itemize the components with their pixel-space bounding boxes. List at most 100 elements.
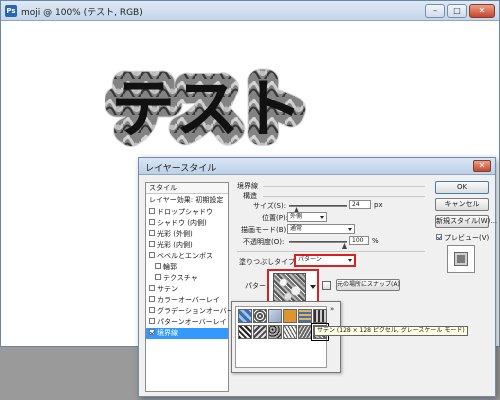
blend-mode-value: 通常 xyxy=(290,225,303,232)
style-item-pattern-overlay[interactable]: パターンオーバーレイ xyxy=(146,317,228,328)
bevel-emboss-checkbox[interactable] xyxy=(149,252,155,258)
blend-mode-dropdown[interactable]: 通常 xyxy=(287,224,355,234)
opacity-slider[interactable] xyxy=(289,241,347,243)
style-item-label: 光彩 (外側) xyxy=(157,230,193,238)
size-unit: px xyxy=(374,201,383,209)
chevron-down-icon xyxy=(348,228,352,231)
texture-checkbox[interactable] xyxy=(155,274,161,280)
opacity-field[interactable]: 100 xyxy=(349,236,369,245)
pattern-swatch[interactable] xyxy=(298,325,312,339)
opacity-label: 不透明度(O): xyxy=(243,238,285,246)
style-list-blending-options[interactable]: レイヤー効果: 初期設定 xyxy=(146,195,228,206)
style-item-label: 光彩 (内側) xyxy=(157,241,193,249)
new-style-button[interactable]: 新規スタイル(W)... xyxy=(435,215,497,228)
divider xyxy=(263,186,425,187)
pattern-swatch[interactable] xyxy=(283,325,297,339)
dialog-titlebar[interactable]: レイヤースタイル ✕ xyxy=(139,158,495,175)
style-item-color-overlay[interactable]: カラーオーバーレイ xyxy=(146,295,228,306)
style-item-stroke[interactable]: 境界線 xyxy=(146,328,228,339)
cancel-button[interactable]: キャンセル xyxy=(435,198,489,211)
fill-type-dropdown[interactable]: パターン xyxy=(294,254,356,267)
style-item-drop-shadow[interactable]: ドロップシャドウ xyxy=(146,207,228,218)
pattern-swatch[interactable] xyxy=(238,309,252,323)
structure-group-title: 構造 xyxy=(243,192,257,200)
canvas-text-fill: テスト xyxy=(111,73,303,147)
style-item-label: テクスチャ xyxy=(163,274,198,282)
style-item-contour[interactable]: 輪郭 xyxy=(146,262,228,273)
pattern-tooltip: サテン (128 × 128 ピクセル, グレースケール モード) xyxy=(314,326,468,336)
preview-checkbox-row[interactable]: プレビュー(V) xyxy=(436,233,489,243)
pattern-swatch[interactable] xyxy=(283,309,297,323)
position-dropdown[interactable]: 外側 xyxy=(287,212,327,222)
photoshop-app-icon: Ps xyxy=(5,5,17,17)
pattern-overlay-checkbox[interactable] xyxy=(149,318,155,324)
size-label: サイズ(S): xyxy=(253,202,287,210)
dialog-title: レイヤースタイル xyxy=(145,164,217,174)
close-button[interactable]: ✕ xyxy=(469,4,495,18)
pattern-grid xyxy=(235,306,329,368)
style-list-header[interactable]: スタイル xyxy=(146,183,228,194)
style-list: スタイル レイヤー効果: 初期設定 ドロップシャドウ シャドウ (内側) 光彩 … xyxy=(145,182,248,392)
satin-checkbox[interactable] xyxy=(149,285,155,291)
position-label: 位置(P): xyxy=(262,214,289,222)
size-slider[interactable] xyxy=(289,205,347,207)
size-field[interactable]: 24 xyxy=(349,200,371,209)
document-titlebar[interactable]: Ps moji @ 100% (テスト, RGB) – □ ✕ xyxy=(1,1,499,21)
pattern-swatch[interactable] xyxy=(253,325,267,339)
color-overlay-checkbox[interactable] xyxy=(149,296,155,302)
inner-shadow-checkbox[interactable] xyxy=(149,219,155,225)
chevron-down-icon xyxy=(310,285,316,289)
layer-style-dialog: レイヤースタイル ✕ スタイル レイヤー効果: 初期設定 ドロップシャドウ シャ… xyxy=(138,157,497,397)
snap-to-origin-button[interactable]: 元の場所にスナップ(A) xyxy=(336,279,400,291)
fill-type-value: パターン xyxy=(298,256,322,263)
blend-mode-label: 描画モード(B): xyxy=(241,226,289,234)
style-item-label: 輪郭 xyxy=(163,263,177,271)
preview-checkbox[interactable] xyxy=(436,234,442,240)
divider xyxy=(263,196,425,197)
gradient-overlay-checkbox[interactable] xyxy=(149,307,155,313)
picker-menu-button[interactable]: » xyxy=(330,305,334,313)
stroke-checkbox[interactable] xyxy=(149,329,155,335)
style-item-gradient-overlay[interactable]: グラデーションオーバーレイ xyxy=(146,306,248,317)
style-preview-sample xyxy=(454,252,468,266)
minimize-button[interactable]: – xyxy=(425,4,445,18)
preview-label: プレビュー(V) xyxy=(444,234,490,242)
chevron-down-icon xyxy=(320,216,324,219)
style-item-label: サテン xyxy=(157,285,178,293)
canvas-stroked-text: テスト テスト テスト xyxy=(105,61,315,151)
style-item-label: ドロップシャドウ xyxy=(157,208,213,216)
drop-shadow-checkbox[interactable] xyxy=(149,208,155,214)
style-item-label: 境界線 xyxy=(157,329,178,337)
style-item-label: ベベルとエンボス xyxy=(157,252,213,260)
style-item-label: カラーオーバーレイ xyxy=(157,296,220,304)
divider xyxy=(237,251,425,252)
new-preset-icon[interactable] xyxy=(322,281,331,290)
stroke-group-title: 境界線 xyxy=(237,182,258,190)
style-item-texture[interactable]: テクスチャ xyxy=(146,273,228,284)
pattern-swatch[interactable] xyxy=(298,309,312,323)
maximize-button[interactable]: □ xyxy=(447,4,467,18)
style-item-label: パターンオーバーレイ xyxy=(157,318,227,326)
style-item-inner-glow[interactable]: 光彩 (内側) xyxy=(146,240,228,251)
style-item-outer-glow[interactable]: 光彩 (外側) xyxy=(146,229,228,240)
opacity-slider-thumb[interactable] xyxy=(342,243,347,249)
opacity-unit: % xyxy=(372,237,379,245)
position-value: 外側 xyxy=(290,213,303,220)
pattern-thumbnail xyxy=(273,273,306,303)
pattern-swatch[interactable] xyxy=(268,309,282,323)
ok-button[interactable]: OK xyxy=(435,181,489,194)
style-item-satin[interactable]: サテン xyxy=(146,284,228,295)
pattern-swatch[interactable] xyxy=(238,325,252,339)
inner-glow-checkbox[interactable] xyxy=(149,241,155,247)
pattern-swatch[interactable] xyxy=(253,309,267,323)
style-item-inner-shadow[interactable]: シャドウ (内側) xyxy=(146,218,228,229)
pattern-swatch[interactable] xyxy=(313,309,327,323)
style-item-bevel-emboss[interactable]: ベベルとエンボス xyxy=(146,251,228,262)
contour-checkbox[interactable] xyxy=(155,263,161,269)
dialog-close-button[interactable]: ✕ xyxy=(473,160,491,172)
pattern-swatch[interactable] xyxy=(268,325,282,339)
document-title: moji @ 100% (テスト, RGB) xyxy=(21,8,143,18)
outer-glow-checkbox[interactable] xyxy=(149,230,155,236)
style-item-label: シャドウ (内側) xyxy=(157,219,207,227)
style-preview-thumbnail xyxy=(447,245,475,273)
